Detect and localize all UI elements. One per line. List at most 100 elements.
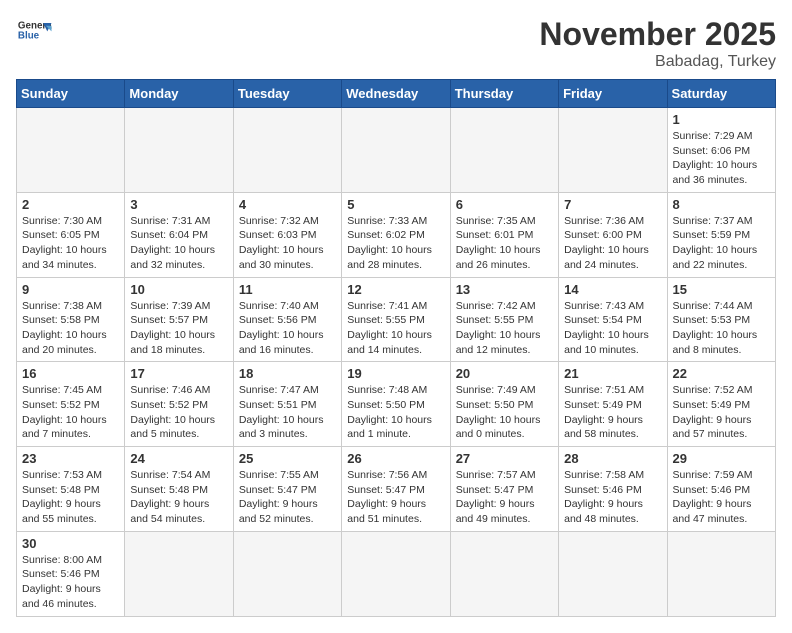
cell-info: Sunrise: 7:59 AMSunset: 5:46 PMDaylight:… <box>673 468 770 527</box>
day-number: 21 <box>564 366 661 381</box>
calendar-cell: 23 Sunrise: 7:53 AMSunset: 5:48 PMDayligh… <box>17 447 125 532</box>
calendar-cell <box>667 531 775 616</box>
cell-info: Sunrise: 7:58 AMSunset: 5:46 PMDaylight:… <box>564 468 661 527</box>
calendar-cell: 17 Sunrise: 7:46 AMSunset: 5:52 PMDayligh… <box>125 362 233 447</box>
day-number: 11 <box>239 282 336 297</box>
calendar-cell: 5Sunrise: 7:33 AMSunset: 6:02 PMDaylight… <box>342 192 450 277</box>
calendar-cell <box>125 531 233 616</box>
day-number: 6 <box>456 197 553 212</box>
cell-info: Sunrise: 7:29 AMSunset: 6:06 PMDaylight:… <box>673 129 770 188</box>
day-number: 13 <box>456 282 553 297</box>
location-subtitle: Babadag, Turkey <box>539 53 776 71</box>
cell-info: Sunrise: 7:51 AMSunset: 5:49 PMDaylight:… <box>564 383 661 442</box>
calendar-cell: 16Sunrise: 7:45 AMSunset: 5:52 PMDayligh… <box>17 362 125 447</box>
month-year-title: November 2025 <box>539 16 776 53</box>
cell-info: Sunrise: 7:31 AMSunset: 6:04 PMDaylight:… <box>130 214 227 273</box>
weekday-header-tuesday: Tuesday <box>233 80 341 108</box>
calendar-week-row: 9 Sunrise: 7:38 AMSunset: 5:58 PMDaylight… <box>17 277 776 362</box>
calendar-cell: 20Sunrise: 7:49 AMSunset: 5:50 PMDayligh… <box>450 362 558 447</box>
calendar-cell: 7Sunrise: 7:36 AMSunset: 6:00 PMDaylight… <box>559 192 667 277</box>
cell-info: Sunrise: 7:46 AMSunset: 5:52 PMDaylight:… <box>130 383 227 442</box>
cell-info: Sunrise: 7:54 AMSunset: 5:48 PMDaylight:… <box>130 468 227 527</box>
calendar-week-row: 2 Sunrise: 7:30 AMSunset: 6:05 PMDaylight… <box>17 192 776 277</box>
calendar-cell <box>559 108 667 193</box>
cell-info: Sunrise: 7:56 AMSunset: 5:47 PMDaylight:… <box>347 468 444 527</box>
calendar-cell: 4 Sunrise: 7:32 AMSunset: 6:03 PMDaylight… <box>233 192 341 277</box>
day-number: 30 <box>22 536 119 551</box>
cell-info: Sunrise: 7:41 AMSunset: 5:55 PMDaylight:… <box>347 299 444 358</box>
calendar-cell: 22 Sunrise: 7:52 AMSunset: 5:49 PMDayligh… <box>667 362 775 447</box>
weekday-header-sunday: Sunday <box>17 80 125 108</box>
day-number: 12 <box>347 282 444 297</box>
day-number: 29 <box>673 451 770 466</box>
calendar-week-row: 1 Sunrise: 7:29 AMSunset: 6:06 PMDaylight… <box>17 108 776 193</box>
day-number: 8 <box>673 197 770 212</box>
cell-info: Sunrise: 7:32 AMSunset: 6:03 PMDaylight:… <box>239 214 336 273</box>
day-number: 20 <box>456 366 553 381</box>
calendar-cell: 24 Sunrise: 7:54 AMSunset: 5:48 PMDayligh… <box>125 447 233 532</box>
cell-info: Sunrise: 7:42 AMSunset: 5:55 PMDaylight:… <box>456 299 553 358</box>
calendar-table: SundayMondayTuesdayWednesdayThursdayFrid… <box>16 79 776 617</box>
calendar-cell: 28 Sunrise: 7:58 AMSunset: 5:46 PMDayligh… <box>559 447 667 532</box>
day-number: 5 <box>347 197 444 212</box>
calendar-cell: 18Sunrise: 7:47 AMSunset: 5:51 PMDayligh… <box>233 362 341 447</box>
calendar-cell <box>125 108 233 193</box>
day-number: 23 <box>22 451 119 466</box>
cell-info: Sunrise: 7:48 AMSunset: 5:50 PMDaylight:… <box>347 383 444 442</box>
title-section: November 2025 Babadag, Turkey <box>539 16 776 71</box>
day-number: 1 <box>673 112 770 127</box>
calendar-cell: 14Sunrise: 7:43 AMSunset: 5:54 PMDayligh… <box>559 277 667 362</box>
calendar-cell <box>17 108 125 193</box>
calendar-cell: 3 Sunrise: 7:31 AMSunset: 6:04 PMDaylight… <box>125 192 233 277</box>
calendar-cell: 6 Sunrise: 7:35 AMSunset: 6:01 PMDaylight… <box>450 192 558 277</box>
calendar-cell <box>233 531 341 616</box>
cell-info: Sunrise: 7:53 AMSunset: 5:48 PMDaylight:… <box>22 468 119 527</box>
calendar-cell: 15Sunrise: 7:44 AMSunset: 5:53 PMDayligh… <box>667 277 775 362</box>
calendar-cell: 26Sunrise: 7:56 AMSunset: 5:47 PMDayligh… <box>342 447 450 532</box>
day-number: 9 <box>22 282 119 297</box>
cell-info: Sunrise: 7:30 AMSunset: 6:05 PMDaylight:… <box>22 214 119 273</box>
weekday-header-monday: Monday <box>125 80 233 108</box>
calendar-cell <box>342 531 450 616</box>
day-number: 24 <box>130 451 227 466</box>
calendar-cell <box>450 531 558 616</box>
day-number: 22 <box>673 366 770 381</box>
calendar-cell: 29 Sunrise: 7:59 AMSunset: 5:46 PMDayligh… <box>667 447 775 532</box>
cell-info: Sunrise: 7:38 AMSunset: 5:58 PMDaylight:… <box>22 299 119 358</box>
day-number: 27 <box>456 451 553 466</box>
weekday-header-wednesday: Wednesday <box>342 80 450 108</box>
day-number: 18 <box>239 366 336 381</box>
logo: General Blue <box>16 16 52 44</box>
calendar-cell: 8Sunrise: 7:37 AMSunset: 5:59 PMDaylight… <box>667 192 775 277</box>
calendar-cell: 2 Sunrise: 7:30 AMSunset: 6:05 PMDaylight… <box>17 192 125 277</box>
calendar-week-row: 16Sunrise: 7:45 AMSunset: 5:52 PMDayligh… <box>17 362 776 447</box>
day-number: 28 <box>564 451 661 466</box>
calendar-cell <box>342 108 450 193</box>
calendar-cell: 27 Sunrise: 7:57 AMSunset: 5:47 PMDayligh… <box>450 447 558 532</box>
calendar-cell <box>559 531 667 616</box>
day-number: 2 <box>22 197 119 212</box>
day-number: 3 <box>130 197 227 212</box>
cell-info: Sunrise: 7:35 AMSunset: 6:01 PMDaylight:… <box>456 214 553 273</box>
calendar-cell: 30Sunrise: 8:00 AMSunset: 5:46 PMDayligh… <box>17 531 125 616</box>
calendar-cell <box>450 108 558 193</box>
day-number: 7 <box>564 197 661 212</box>
calendar-cell: 10Sunrise: 7:39 AMSunset: 5:57 PMDayligh… <box>125 277 233 362</box>
calendar-cell: 25Sunrise: 7:55 AMSunset: 5:47 PMDayligh… <box>233 447 341 532</box>
cell-info: Sunrise: 7:57 AMSunset: 5:47 PMDaylight:… <box>456 468 553 527</box>
weekday-header-friday: Friday <box>559 80 667 108</box>
day-number: 4 <box>239 197 336 212</box>
day-number: 19 <box>347 366 444 381</box>
cell-info: Sunrise: 7:52 AMSunset: 5:49 PMDaylight:… <box>673 383 770 442</box>
day-number: 14 <box>564 282 661 297</box>
cell-info: Sunrise: 7:40 AMSunset: 5:56 PMDaylight:… <box>239 299 336 358</box>
day-number: 17 <box>130 366 227 381</box>
calendar-week-row: 30Sunrise: 8:00 AMSunset: 5:46 PMDayligh… <box>17 531 776 616</box>
calendar-cell: 1 Sunrise: 7:29 AMSunset: 6:06 PMDaylight… <box>667 108 775 193</box>
calendar-cell: 12 Sunrise: 7:41 AMSunset: 5:55 PMDayligh… <box>342 277 450 362</box>
calendar-cell: 11 Sunrise: 7:40 AMSunset: 5:56 PMDayligh… <box>233 277 341 362</box>
calendar-cell <box>233 108 341 193</box>
cell-info: Sunrise: 7:44 AMSunset: 5:53 PMDaylight:… <box>673 299 770 358</box>
weekday-header-thursday: Thursday <box>450 80 558 108</box>
calendar-cell: 19 Sunrise: 7:48 AMSunset: 5:50 PMDayligh… <box>342 362 450 447</box>
